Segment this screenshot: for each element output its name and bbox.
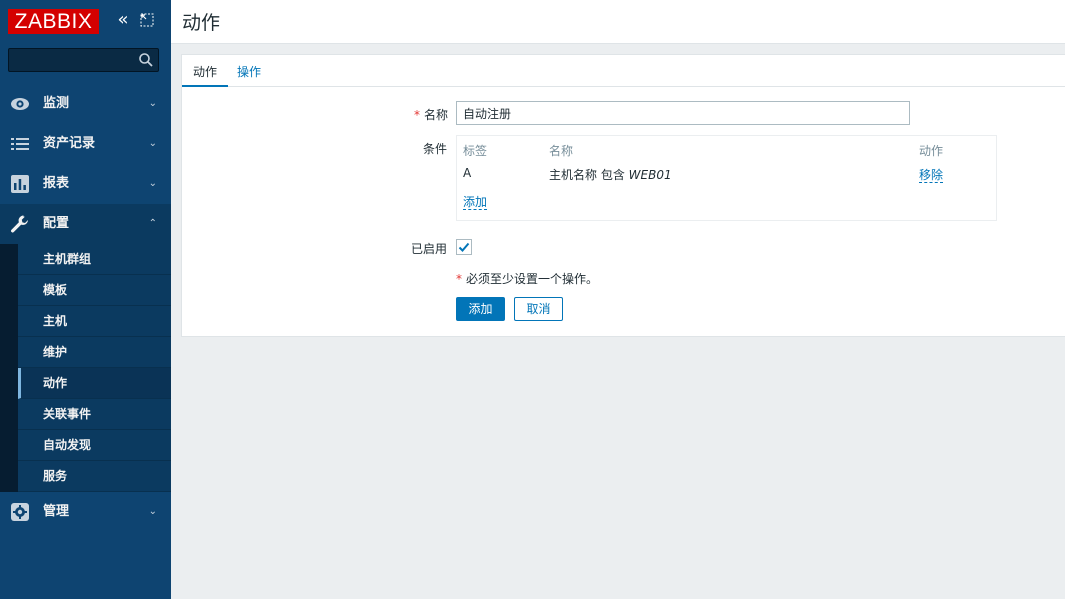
kiosk-mode-button[interactable] <box>139 12 155 28</box>
wrench-icon <box>11 215 28 233</box>
menu-item-monitoring[interactable]: 监测 ⌄ <box>0 84 171 124</box>
cancel-button[interactable]: 取消 <box>514 297 563 321</box>
required-operation-note: * 必须至少设置一个操作。 <box>456 272 599 286</box>
add-button[interactable]: 添加 <box>456 297 505 321</box>
condition-remove-link[interactable]: 移除 <box>919 166 944 183</box>
submenu-item-discovery[interactable]: 自动发现 <box>18 430 171 461</box>
bar-chart-icon <box>11 175 29 193</box>
menu-item-label: 配置 <box>43 216 70 231</box>
sidebar: ZABBIX « 监测 ⌄ 资产记录 ⌄ 报表 ⌄ 配置 ⌃ 主机群组 模板 主… <box>0 0 171 599</box>
search-input[interactable] <box>8 48 159 72</box>
page-title: 动作 <box>182 12 221 34</box>
name-field[interactable] <box>456 101 910 125</box>
chevron-down-icon: ⌄ <box>148 506 157 517</box>
collapse-sidebar-button[interactable]: « <box>114 11 132 31</box>
menu-item-reports[interactable]: 报表 ⌄ <box>0 164 171 204</box>
enabled-checkbox[interactable] <box>456 239 472 255</box>
condition-tag: A <box>463 166 472 180</box>
page-header: 动作 <box>171 0 1065 44</box>
required-asterisk: * <box>414 108 420 122</box>
conditions-label: 条件 <box>423 142 448 156</box>
conditions-table: 标签 名称 动作 A 主机名称 包含 WEB01 移除 添加 <box>456 135 997 221</box>
condition-name: 主机名称 包含 WEB01 <box>549 168 672 182</box>
menu-item-label: 资产记录 <box>43 136 96 151</box>
search-icon[interactable] <box>138 52 154 68</box>
chevron-up-icon: ⌃ <box>148 218 157 229</box>
name-label: * 名称 <box>414 108 449 122</box>
required-asterisk: * <box>456 272 462 286</box>
gear-icon <box>11 503 29 521</box>
eye-icon <box>11 98 29 110</box>
menu-item-label: 监测 <box>43 96 70 111</box>
enabled-label: 已启用 <box>411 242 448 256</box>
chevron-down-icon: ⌄ <box>148 178 157 189</box>
menu-item-inventory[interactable]: 资产记录 ⌄ <box>0 124 171 164</box>
tab-bar: 动作 操作 <box>181 55 1065 87</box>
chevron-down-icon: ⌄ <box>148 138 157 149</box>
checkmark-icon <box>458 242 470 252</box>
menu-item-label: 管理 <box>43 504 70 519</box>
submenu-item-templates[interactable]: 模板 <box>18 275 171 306</box>
submenu-item-hosts[interactable]: 主机 <box>18 306 171 337</box>
column-header-name: 名称 <box>549 144 574 158</box>
submenu-item-services[interactable]: 服务 <box>18 461 171 492</box>
submenu-item-maintenance[interactable]: 维护 <box>18 337 171 368</box>
chevron-down-icon: ⌄ <box>148 98 157 109</box>
tab-action[interactable]: 动作 <box>181 63 229 87</box>
logo-row: ZABBIX « <box>8 9 168 35</box>
submenu-item-correlation[interactable]: 关联事件 <box>18 399 171 430</box>
column-header-action: 动作 <box>919 144 944 158</box>
main-menu: 监测 ⌄ 资产记录 ⌄ 报表 ⌄ 配置 ⌃ 主机群组 模板 主机 维护 动作 关… <box>0 84 171 532</box>
submenu-item-host-groups[interactable]: 主机群组 <box>18 244 171 275</box>
column-header-tag: 标签 <box>463 144 488 158</box>
submenu-item-actions[interactable]: 动作 <box>18 368 171 399</box>
zabbix-logo[interactable]: ZABBIX <box>8 9 99 34</box>
submenu-indent-bar <box>0 244 18 492</box>
add-condition-link[interactable]: 添加 <box>463 195 488 210</box>
menu-item-configuration[interactable]: 配置 ⌃ <box>0 204 171 244</box>
list-icon <box>11 138 29 150</box>
tab-operations[interactable]: 操作 <box>237 63 261 80</box>
configuration-submenu: 主机群组 模板 主机 维护 动作 关联事件 自动发现 服务 <box>0 244 171 492</box>
action-form-panel: 动作 操作 *名称 条件 标签 名称 动作 A 主机名称 包含 WEB01 移除… <box>181 54 1065 337</box>
fullscreen-icon <box>140 13 154 27</box>
menu-item-label: 报表 <box>43 176 70 191</box>
menu-item-administration[interactable]: 管理 ⌄ <box>0 492 171 532</box>
